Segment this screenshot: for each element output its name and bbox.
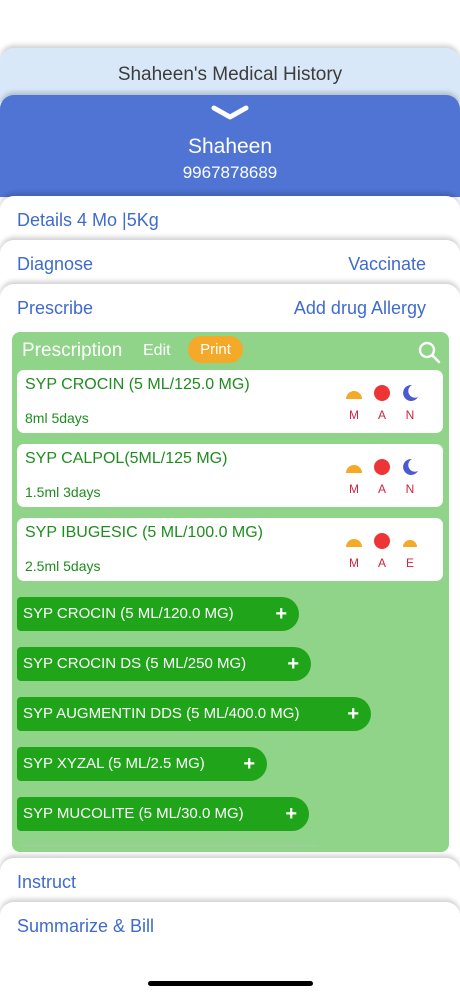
slot-label: M — [349, 482, 359, 496]
home-indicator[interactable] — [148, 981, 313, 986]
dose-schedule: M A N — [343, 384, 423, 426]
suggestion-label: SYP CROCIN (5 ML/120.0 MG) — [23, 605, 234, 622]
suggestion-label: SYP MUCOLITE (5 ML/30.0 MG) — [23, 805, 244, 822]
edit-button[interactable]: Edit — [143, 342, 171, 360]
slot-label: A — [377, 556, 386, 570]
prescription-title: Prescription — [22, 340, 123, 361]
suggestion-label: SYP XYZAL (5 ML/2.5 MG) — [23, 755, 205, 772]
slot-label: N — [405, 408, 415, 422]
morning-icon — [346, 539, 362, 547]
suggestion-pill[interactable]: SYP AUGMENTIN DDS (5 ML/400.0 MG) + — [17, 697, 371, 731]
add-icon[interactable]: + — [285, 797, 297, 831]
suggestion-label: SYP AUGMENTIN DDS (5 ML/400.0 MG) — [23, 705, 300, 722]
slot-label: M — [349, 408, 359, 422]
summarize-label: Summarize & Bill — [17, 916, 155, 936]
title-bar: Shaheen's Medical History — [0, 48, 460, 102]
afternoon-icon — [374, 385, 390, 401]
suggestion-pill[interactable]: SYP CROCIN (5 ML/120.0 MG) + — [17, 597, 299, 631]
medicine-name: SYP CALPOL(5ML/125 MG) — [25, 450, 228, 467]
medicine-dose: 8ml 5days — [25, 410, 89, 426]
slot-label: A — [377, 408, 386, 422]
morning-icon — [346, 465, 362, 473]
medicine-name: SYP IBUGESIC (5 ML/100.0 MG) — [25, 524, 264, 541]
page-title: Shaheen's Medical History — [117, 64, 343, 85]
add-icon[interactable]: + — [243, 747, 255, 781]
details-row[interactable]: Details 4 Mo |5Kg — [0, 196, 460, 246]
night-icon — [403, 384, 418, 401]
patient-name: Shaheen — [187, 135, 273, 158]
suggestion-label: SYP CROCIN DS (5 ML/250 MG) — [23, 655, 247, 672]
instruct-label: Instruct — [17, 872, 77, 892]
night-icon — [403, 458, 418, 475]
add-icon[interactable]: + — [287, 647, 299, 681]
dose-schedule: M A N — [343, 458, 423, 500]
medicine-name: SYP CROCIN (5 ML/125.0 MG) — [25, 376, 250, 393]
suggestion-pill[interactable]: SYP CROCIN DS (5 ML/250 MG) + — [17, 647, 311, 681]
details-label: Details 4 Mo |5Kg — [17, 210, 159, 230]
status-area — [0, 0, 460, 48]
instruct-row[interactable]: Instruct — [0, 858, 460, 908]
dose-schedule: M A E — [343, 532, 423, 574]
medicine-dose: 2.5ml 5days — [25, 558, 101, 574]
medicine-card[interactable]: SYP CROCIN (5 ML/125.0 MG) 8ml 5days M A… — [17, 370, 443, 433]
slot-label: A — [377, 482, 386, 496]
print-button[interactable]: Print — [188, 336, 243, 363]
prescription-panel: Prescription Edit Print SYP CROCIN (5 ML… — [12, 332, 449, 852]
search-icon[interactable] — [417, 340, 441, 364]
medicine-card[interactable]: SYP IBUGESIC (5 ML/100.0 MG) 2.5ml 5days… — [17, 518, 443, 581]
slot-label: N — [405, 482, 415, 496]
afternoon-icon — [374, 459, 390, 475]
diagnose-button[interactable]: Diagnose — [17, 254, 93, 275]
patient-phone: 9967878689 — [182, 163, 278, 182]
evening-icon — [403, 540, 417, 547]
diagnose-row: Diagnose Vaccinate — [0, 240, 460, 290]
divider — [21, 845, 317, 846]
prescribe-button[interactable]: Prescribe — [17, 298, 93, 319]
slot-label: E — [405, 556, 414, 570]
medicine-card[interactable]: SYP CALPOL(5ML/125 MG) 1.5ml 3days M A N — [17, 444, 443, 507]
suggestion-pill[interactable]: SYP MUCOLITE (5 ML/30.0 MG) + — [17, 797, 309, 831]
slot-label: M — [349, 556, 359, 570]
afternoon-icon — [374, 533, 390, 549]
patient-header[interactable]: Shaheen 9967878689 — [0, 95, 460, 197]
suggestion-pill[interactable]: SYP XYZAL (5 ML/2.5 MG) + — [17, 747, 267, 781]
vaccinate-button[interactable]: Vaccinate — [348, 254, 426, 275]
add-icon[interactable]: + — [275, 597, 287, 631]
medicine-dose: 1.5ml 3days — [25, 484, 101, 500]
add-icon[interactable]: + — [347, 697, 359, 731]
chevron-down-icon[interactable] — [211, 105, 249, 121]
add-drug-allergy-button[interactable]: Add drug Allergy — [294, 298, 426, 319]
morning-icon — [346, 391, 362, 399]
